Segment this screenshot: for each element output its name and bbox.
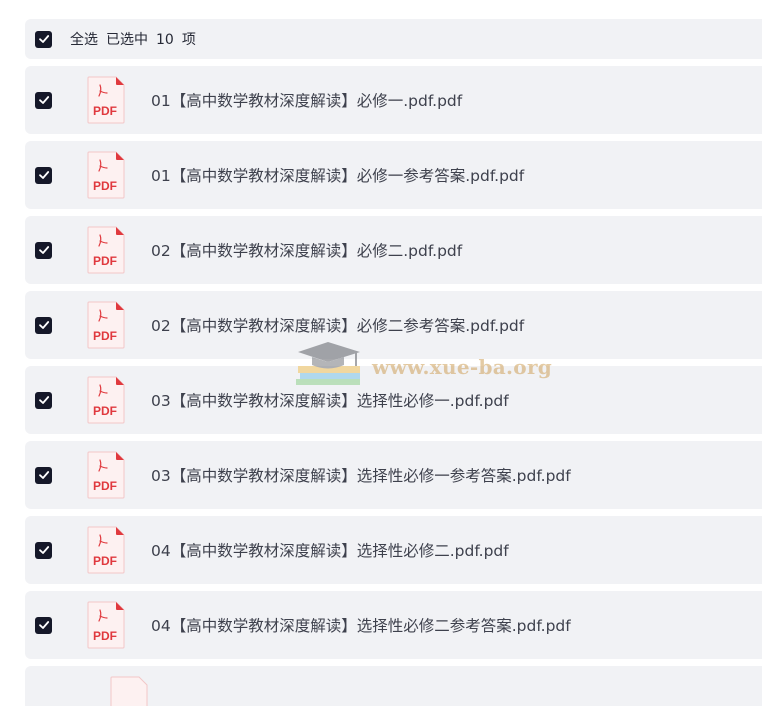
pdf-label: PDF (93, 104, 117, 118)
file-checkbox[interactable] (35, 316, 52, 334)
checkmark-icon (38, 321, 49, 329)
file-name[interactable]: 03【高中数学教材深度解读】选择性必修一.pdf.pdf (151, 389, 509, 411)
file-checkbox[interactable] (35, 166, 52, 184)
select-all-bar: 全选 已选中 10 项 (25, 19, 762, 59)
pdf-label: PDF (93, 329, 117, 343)
file-name[interactable]: 03【高中数学教材深度解读】选择性必修一参考答案.pdf.pdf (151, 464, 571, 486)
file-row[interactable]: PDF 01【高中数学教材深度解读】必修一.pdf.pdf (25, 66, 762, 134)
pdf-icon: PDF (87, 301, 125, 349)
pdf-icon: PDF (87, 526, 125, 574)
file-checkbox[interactable] (35, 616, 52, 634)
selected-suffix: 项 (181, 32, 196, 48)
file-checkbox[interactable] (35, 466, 52, 484)
pdf-icon: PDF (87, 226, 125, 274)
pdf-label: PDF (93, 254, 117, 268)
selected-prefix: 已选中 (106, 32, 148, 48)
pdf-label: PDF (93, 629, 117, 643)
pdf-icon: PDF (87, 76, 125, 124)
file-name[interactable]: 02【高中数学教材深度解读】必修二.pdf.pdf (151, 239, 462, 261)
pdf-label: PDF (93, 479, 117, 493)
checkmark-icon (38, 546, 49, 554)
checkmark-icon (38, 35, 49, 43)
file-row-partial[interactable] (25, 666, 762, 706)
checkmark-icon (38, 96, 49, 104)
checkmark-icon (38, 246, 49, 254)
file-row[interactable]: PDF 03【高中数学教材深度解读】选择性必修一参考答案.pdf.pdf (25, 441, 762, 509)
file-name[interactable]: 04【高中数学教材深度解读】选择性必修二参考答案.pdf.pdf (151, 614, 571, 636)
pdf-label: PDF (93, 554, 117, 568)
file-row[interactable]: PDF 01【高中数学教材深度解读】必修一参考答案.pdf.pdf (25, 141, 762, 209)
select-all-checkbox[interactable] (35, 30, 52, 48)
file-checkbox[interactable] (35, 241, 52, 259)
checkmark-icon (38, 471, 49, 479)
file-name[interactable]: 01【高中数学教材深度解读】必修一.pdf.pdf (151, 89, 462, 111)
pdf-icon: PDF (87, 451, 125, 499)
pdf-icon: PDF (87, 601, 125, 649)
watermark-text: www.xue-ba.org (372, 355, 553, 379)
pdf-icon: PDF (87, 151, 125, 199)
file-name[interactable]: 04【高中数学教材深度解读】选择性必修二.pdf.pdf (151, 539, 509, 561)
file-row[interactable]: PDF 04【高中数学教材深度解读】选择性必修二.pdf.pdf (25, 516, 762, 584)
file-name[interactable]: 01【高中数学教材深度解读】必修一参考答案.pdf.pdf (151, 164, 524, 186)
file-row[interactable]: PDF 04【高中数学教材深度解读】选择性必修二参考答案.pdf.pdf (25, 591, 762, 659)
pdf-icon (110, 676, 148, 706)
pdf-label: PDF (93, 404, 117, 418)
selection-summary: 全选 已选中 10 项 (70, 29, 204, 49)
file-name[interactable]: 02【高中数学教材深度解读】必修二参考答案.pdf.pdf (151, 314, 524, 336)
file-checkbox[interactable] (35, 91, 52, 109)
file-row[interactable]: PDF 02【高中数学教材深度解读】必修二.pdf.pdf (25, 216, 762, 284)
file-checkbox[interactable] (35, 541, 52, 559)
selected-count: 10 (156, 32, 174, 48)
pdf-label: PDF (93, 179, 117, 193)
select-all-label[interactable]: 全选 (70, 32, 98, 48)
checkmark-icon (38, 171, 49, 179)
pdf-icon: PDF (87, 376, 125, 424)
file-checkbox[interactable] (35, 391, 52, 409)
checkmark-icon (38, 621, 49, 629)
checkmark-icon (38, 396, 49, 404)
